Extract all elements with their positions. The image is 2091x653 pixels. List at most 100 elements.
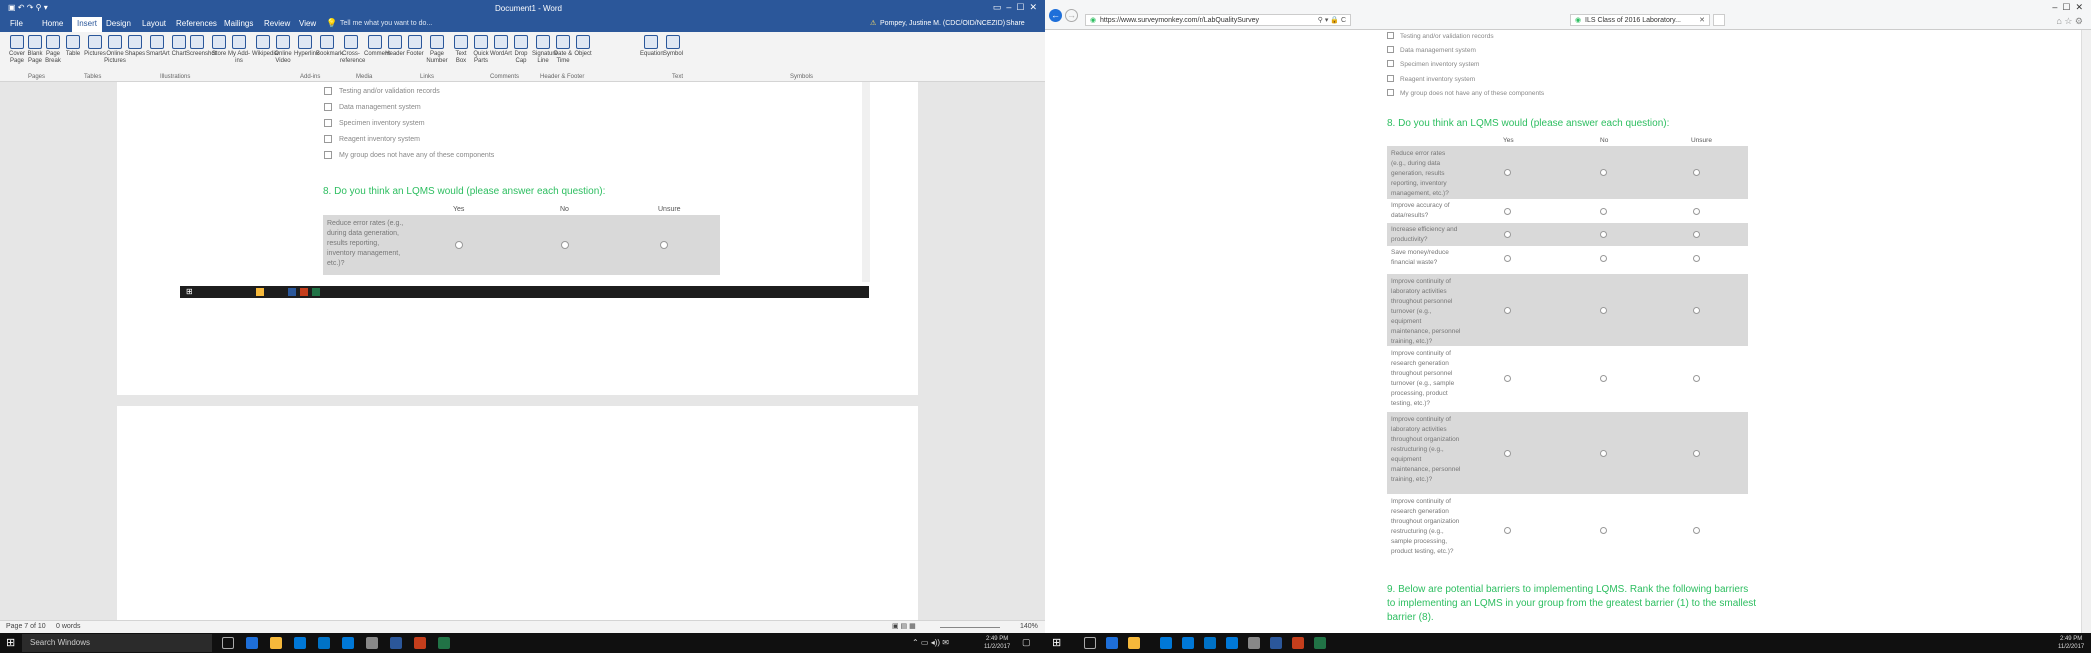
skype-icon[interactable] [342, 637, 354, 649]
word-count[interactable]: 0 words [56, 623, 81, 630]
tab-review[interactable]: Review [264, 19, 290, 28]
radio-no[interactable] [1600, 450, 1607, 457]
powerpoint-icon-2[interactable] [1292, 637, 1304, 649]
ribbon-button-wordart[interactable]: WordArt [490, 35, 512, 58]
powerpoint-icon[interactable] [414, 637, 426, 649]
ribbon-button-store[interactable]: Store [208, 35, 230, 58]
quick-access-icons[interactable]: ▣ ↶ ↷ ⚲ ▾ [8, 3, 48, 12]
option-checkbox[interactable] [1387, 75, 1394, 82]
ribbon-button-page-number[interactable]: Page Number [426, 35, 448, 65]
ribbon-button-signature-line[interactable]: Signature Line [532, 35, 558, 65]
radio-unsure[interactable] [660, 241, 668, 249]
tab-view[interactable]: View [299, 19, 316, 28]
ribbon-button-date-time[interactable]: Date & Time [552, 35, 574, 65]
window-controls[interactable]: – ☐ ✕ [2052, 2, 2083, 13]
ie-icon[interactable] [1160, 637, 1172, 649]
radio-yes[interactable] [455, 241, 463, 249]
option-checkbox[interactable] [324, 151, 332, 159]
share-button[interactable]: Share [1006, 20, 1025, 27]
ribbon-button-page-break[interactable]: Page Break [42, 35, 64, 65]
radio-yes[interactable] [1504, 307, 1511, 314]
option-checkbox[interactable] [324, 87, 332, 95]
ribbon-button-table[interactable]: Table [62, 35, 84, 58]
ribbon-button-smartart[interactable]: SmartArt [146, 35, 170, 58]
zoom-level[interactable]: 140% [1020, 623, 1038, 630]
radio-no[interactable] [1600, 527, 1607, 534]
radio-unsure[interactable] [1693, 231, 1700, 238]
option-checkbox[interactable] [1387, 46, 1394, 53]
ribbon-button-hyperlink[interactable]: Hyperlink [294, 35, 319, 58]
tab-references[interactable]: References [176, 19, 217, 28]
ribbon-button-screenshot[interactable]: Screenshot [186, 35, 216, 58]
home-star-gear-icons[interactable]: ⌂ ☆ ⚙ [2056, 16, 2083, 27]
system-tray-icons[interactable]: ⌃ ▭ ◂)) ✉ [912, 638, 949, 647]
word-icon-2[interactable] [1270, 637, 1282, 649]
word-icon[interactable] [390, 637, 402, 649]
radio-yes[interactable] [1504, 450, 1511, 457]
radio-no[interactable] [561, 241, 569, 249]
option-checkbox[interactable] [1387, 89, 1394, 96]
radio-unsure[interactable] [1693, 375, 1700, 382]
skype-icon-2[interactable] [1226, 637, 1238, 649]
excel-icon-2[interactable] [1314, 637, 1326, 649]
store-icon-2[interactable] [1182, 637, 1194, 649]
windows-start-icon[interactable]: ⊞ [6, 636, 15, 649]
page-count[interactable]: Page 7 of 10 [6, 623, 46, 630]
ribbon-button-online-video[interactable]: Online Video [272, 35, 294, 65]
new-tab-button[interactable] [1713, 14, 1725, 26]
outlook-icon-2[interactable] [1204, 637, 1216, 649]
close-tab-icon[interactable]: ✕ [1699, 16, 1705, 24]
search-icon[interactable]: ⚲ ▾ 🔒 C [1318, 16, 1346, 24]
task-view-icon[interactable] [222, 637, 234, 649]
ribbon-button-object[interactable]: Object [572, 35, 594, 58]
tab-layout[interactable]: Layout [142, 19, 166, 28]
ribbon-button-my-add-ins[interactable]: My Add-ins [228, 35, 250, 65]
user-name[interactable]: Pompey, Justine M. (CDC/OID/NCEZID) [880, 20, 1005, 27]
radio-yes[interactable] [1504, 231, 1511, 238]
file-explorer-icon-2[interactable] [1128, 637, 1140, 649]
search-box[interactable]: Search Windows [22, 634, 212, 652]
ribbon-button-symbol[interactable]: Symbol [662, 35, 684, 58]
back-icon[interactable]: ← [1049, 9, 1062, 22]
radio-unsure[interactable] [1693, 307, 1700, 314]
option-checkbox[interactable] [324, 119, 332, 127]
edge-icon[interactable] [246, 637, 258, 649]
ribbon-button-drop-cap[interactable]: Drop Cap [510, 35, 532, 65]
radio-no[interactable] [1600, 169, 1607, 176]
notifications-icon[interactable]: ▢ [1022, 637, 1031, 648]
radio-yes[interactable] [1504, 208, 1511, 215]
clock-right[interactable]: 2:49 PM 11/2/2017 [2058, 635, 2084, 651]
ribbon-button-cross-reference[interactable]: Cross-reference [340, 35, 365, 65]
radio-no[interactable] [1600, 208, 1607, 215]
tab-mailings[interactable]: Mailings [224, 19, 253, 28]
tell-me-box[interactable]: Tell me what you want to do... [340, 20, 432, 27]
browser-tab[interactable]: ◉ ILS Class of 2016 Laboratory... ✕ [1570, 14, 1710, 26]
forward-icon[interactable]: → [1065, 9, 1078, 22]
ribbon-button-shapes[interactable]: Shapes [124, 35, 146, 58]
radio-no[interactable] [1600, 231, 1607, 238]
option-checkbox[interactable] [1387, 60, 1394, 67]
radio-unsure[interactable] [1693, 208, 1700, 215]
radio-unsure[interactable] [1693, 527, 1700, 534]
ribbon-button-online-pictures[interactable]: Online Pictures [104, 35, 126, 65]
option-checkbox[interactable] [324, 103, 332, 111]
file-explorer-icon[interactable] [270, 637, 282, 649]
ribbon-button-comment[interactable]: Comment [364, 35, 390, 58]
embedded-scrollbar[interactable] [862, 82, 870, 282]
ribbon-button-footer[interactable]: Footer [404, 35, 426, 58]
edge-icon-2[interactable] [1106, 637, 1118, 649]
ribbon-button-text-box[interactable]: Text Box [450, 35, 472, 65]
radio-unsure[interactable] [1693, 169, 1700, 176]
ribbon-button-quick-parts[interactable]: Quick Parts [470, 35, 492, 65]
app-icon-2[interactable] [1248, 637, 1260, 649]
radio-no[interactable] [1600, 375, 1607, 382]
app-icon[interactable] [366, 637, 378, 649]
radio-yes[interactable] [1504, 375, 1511, 382]
ribbon-button-pictures[interactable]: Pictures [84, 35, 106, 58]
address-bar[interactable]: ◉ https://www.surveymonkey.com/r/LabQual… [1085, 14, 1351, 26]
radio-yes[interactable] [1504, 255, 1511, 262]
tab-insert[interactable]: Insert [72, 17, 103, 32]
excel-icon[interactable] [438, 637, 450, 649]
ribbon-button-header[interactable]: Header [384, 35, 406, 58]
zoom-slider[interactable] [940, 627, 1000, 628]
